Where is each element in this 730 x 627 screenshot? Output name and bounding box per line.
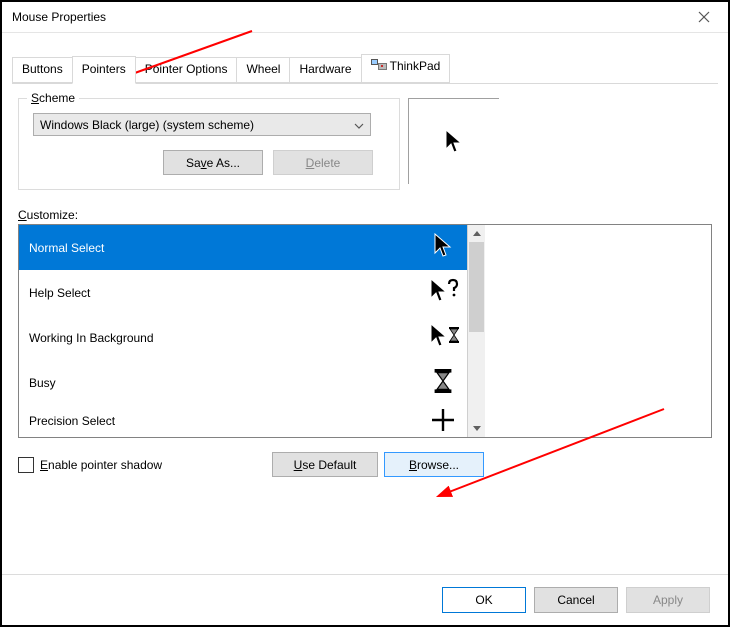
window-title: Mouse Properties [12,10,106,24]
cursor-arrow-icon [444,129,464,155]
cursor-arrow-icon [429,233,457,262]
tab-thinkpad[interactable]: ThinkPad [361,54,451,83]
use-default-button[interactable]: Use Default [272,452,378,477]
chevron-down-icon [354,118,364,132]
list-item-working-background[interactable]: Working In Background [19,315,467,360]
scheme-group-label: Scheme [27,91,79,105]
customize-label: Customize: [18,208,712,222]
scheme-select[interactable]: Windows Black (large) (system scheme) [33,113,371,136]
scroll-thumb[interactable] [469,242,484,332]
list-item-precision-select[interactable]: Precision Select [19,405,467,437]
tab-strip: Buttons Pointers Pointer Options Wheel H… [2,33,728,83]
tab-thinkpad-label: ThinkPad [390,59,441,73]
tab-pointers[interactable]: Pointers [72,56,136,84]
scheme-select-value: Windows Black (large) (system scheme) [40,118,254,132]
list-scrollbar[interactable] [467,225,485,437]
list-item-label: Normal Select [29,241,104,255]
checkbox-label: Enable pointer shadow [40,458,162,472]
cursor-preview [408,98,499,184]
cancel-button[interactable]: Cancel [534,587,618,613]
list-item-help-select[interactable]: Help Select [19,270,467,315]
titlebar: Mouse Properties [2,2,728,33]
list-item-label: Working In Background [29,331,154,345]
checkbox-box-icon [18,457,34,473]
delete-button: Delete [273,150,373,175]
cursor-help-icon [429,278,457,307]
tab-pointer-options[interactable]: Pointer Options [135,57,238,83]
list-item-label: Precision Select [29,414,115,428]
apply-button: Apply [626,587,710,613]
cursor-precision-icon [429,409,457,434]
scroll-up-icon[interactable] [468,225,485,242]
cursor-busy-icon [429,369,457,396]
dialog-footer: OK Cancel Apply [2,574,728,625]
tab-buttons[interactable]: Buttons [12,57,73,83]
list-item-busy[interactable]: Busy [19,360,467,405]
scheme-group: Scheme Windows Black (large) (system sch… [18,98,400,190]
enable-pointer-shadow-checkbox[interactable]: Enable pointer shadow [18,457,162,473]
cursor-list[interactable]: Normal Select Help Select Working In Bac… [19,225,467,437]
list-item-label: Busy [29,376,56,390]
tab-hardware[interactable]: Hardware [289,57,361,83]
thinkpad-icon [371,59,387,76]
list-item-label: Help Select [29,286,90,300]
close-button[interactable] [684,3,724,31]
close-icon [698,11,710,23]
scroll-down-icon[interactable] [468,420,485,437]
list-item-normal-select[interactable]: Normal Select [19,225,467,270]
tab-wheel[interactable]: Wheel [236,57,290,83]
save-as-button[interactable]: Save As... [163,150,263,175]
ok-button[interactable]: OK [442,587,526,613]
cursor-working-icon [429,323,457,352]
tab-panel-pointers: Scheme Windows Black (large) (system sch… [2,84,728,487]
browse-button[interactable]: Browse... [384,452,484,477]
